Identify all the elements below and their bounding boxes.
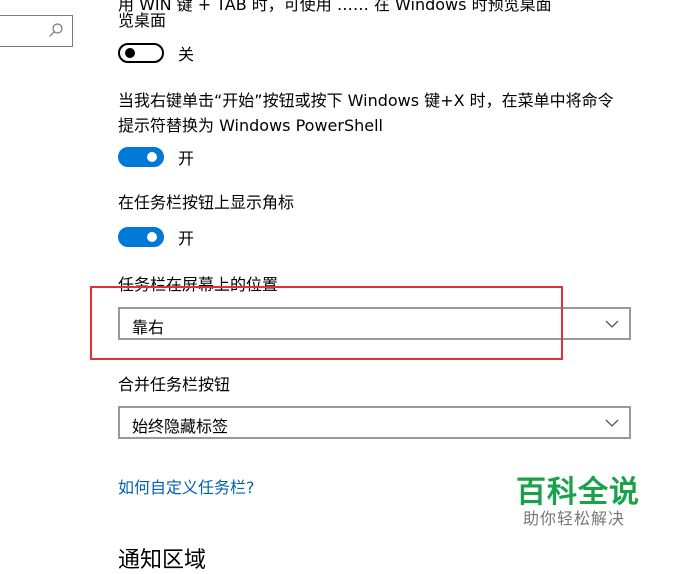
badges-toggle-label: 开 (178, 229, 195, 248)
chevron-down-icon (605, 419, 619, 427)
powershell-toggle[interactable] (118, 147, 164, 167)
powershell-toggle-row[interactable]: 开 (118, 146, 194, 168)
chevron-down-icon (605, 320, 619, 328)
toggle-knob (125, 48, 135, 58)
cut-off-text: 用 WIN 键 + TAB 时，可使用 …… 在 Windows 时预览桌面 (118, 0, 552, 14)
toggle-knob (147, 232, 157, 242)
peek-desktop-text: 览桌面 (118, 11, 167, 30)
toggle-knob (147, 152, 157, 162)
badges-toggle[interactable] (118, 227, 164, 247)
notification-area-title: 通知区域 (118, 548, 207, 573)
combine-buttons-label: 合并任务栏按钮 (118, 375, 231, 394)
search-icon (49, 23, 63, 37)
watermark-subtitle: 助你轻松解决 (523, 509, 626, 528)
combine-buttons-value: 始终隐藏标签 (132, 417, 229, 436)
badges-text: 在任务栏按钮上显示角标 (118, 193, 295, 212)
peek-desktop-toggle-label: 关 (178, 45, 195, 64)
powershell-toggle-label: 开 (178, 149, 195, 168)
combine-buttons-dropdown[interactable]: 始终隐藏标签 (118, 406, 631, 439)
peek-desktop-toggle[interactable] (118, 43, 164, 63)
highlight-box (90, 286, 563, 360)
powershell-text: 当我右键单击“开始”按钮或按下 Windows 键+X 时，在菜单中将命令提示符… (118, 91, 614, 135)
search-input[interactable] (0, 15, 73, 47)
customize-taskbar-link[interactable]: 如何自定义任务栏? (118, 474, 255, 498)
peek-desktop-toggle-row[interactable]: 关 (118, 42, 194, 64)
badges-toggle-row[interactable]: 开 (118, 226, 194, 248)
